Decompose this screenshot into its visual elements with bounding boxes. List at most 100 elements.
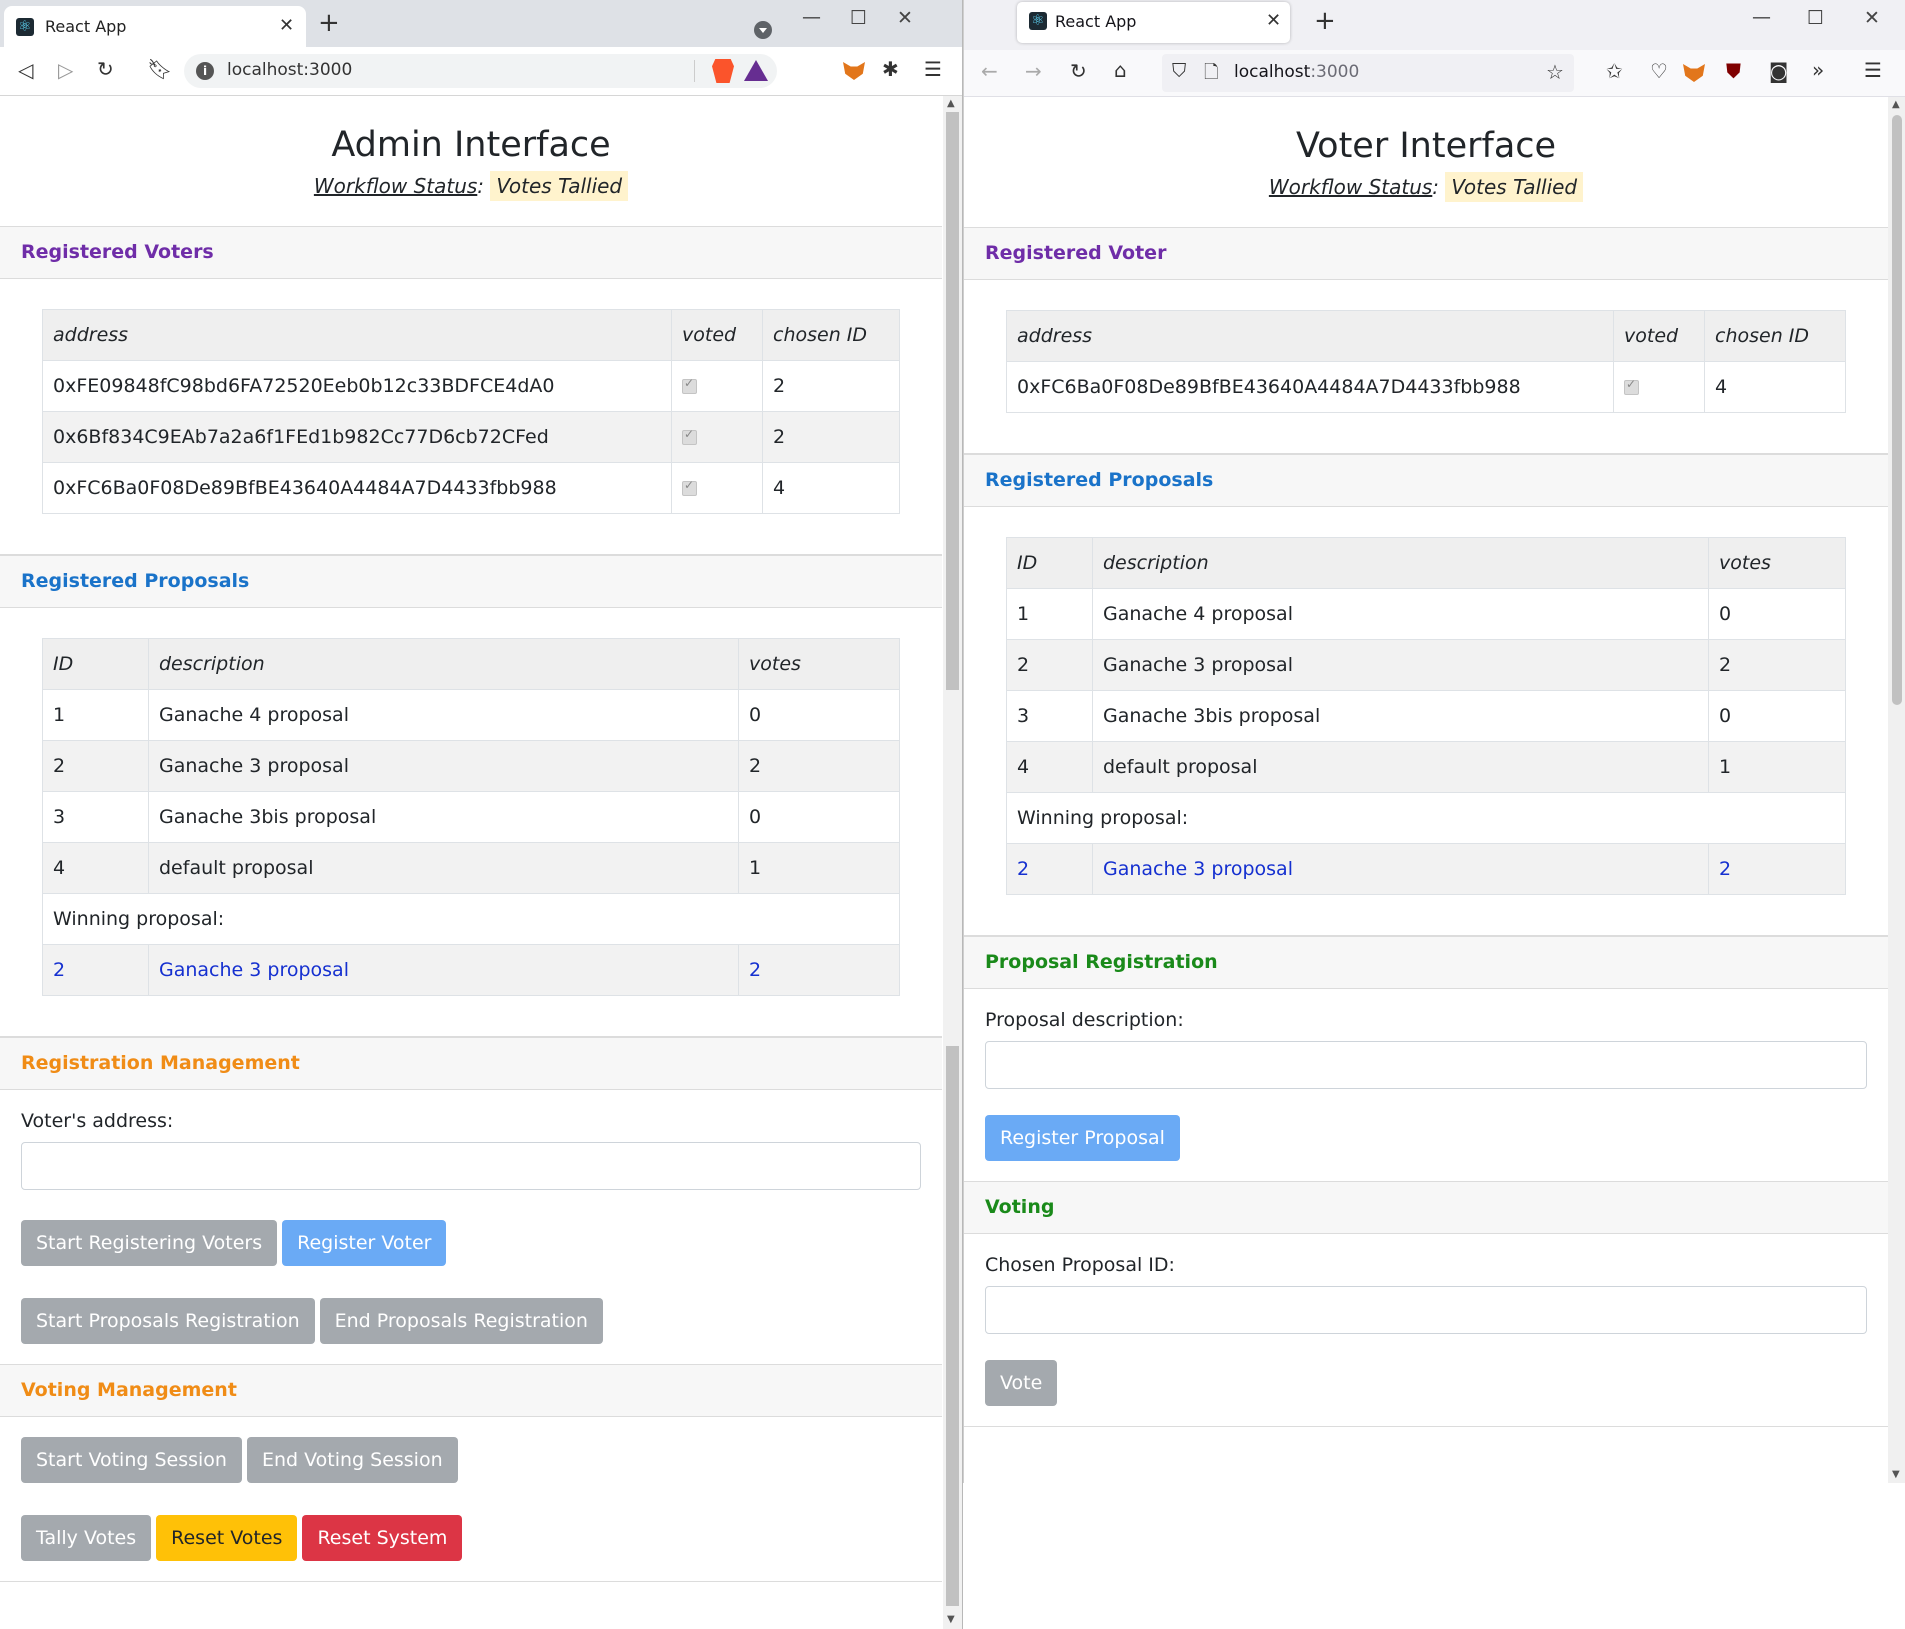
page-scrollbar[interactable]: ▲ ▼ [1888, 97, 1905, 1483]
winning-id: 2 [42, 944, 149, 996]
back-icon[interactable]: ◁ [18, 58, 33, 82]
tracking-shield-icon[interactable]: ⛉ [1172, 60, 1186, 82]
tab-title: React App [1055, 12, 1137, 31]
chosen-proposal-id-input[interactable] [985, 1286, 1867, 1334]
tab-react-app[interactable]: React App ✕ [1017, 2, 1290, 43]
col-id: ID [42, 638, 149, 690]
registered-voters-card: Registered Voters address voted chosen I… [0, 226, 942, 555]
close-window-icon[interactable]: ✕ [897, 7, 913, 29]
proposal-description: default proposal [1092, 741, 1709, 793]
star-icon[interactable]: ☆ [1546, 60, 1564, 84]
proposal-id: 1 [1006, 588, 1093, 640]
proposal-buttons: Register Proposal [964, 1115, 1888, 1161]
address-bar[interactable]: i localhost:3000 [184, 54, 777, 88]
forward-icon[interactable]: ▷ [58, 58, 73, 82]
proposal-description: Ganache 4 proposal [1092, 588, 1709, 640]
scrollbar-thumb[interactable] [1892, 115, 1902, 705]
proposal-description-input[interactable] [985, 1041, 1867, 1089]
proposal-description: Ganache 3bis proposal [148, 791, 739, 843]
scroll-down-icon[interactable]: ▼ [1892, 1469, 1900, 1480]
register-proposal-button[interactable]: Register Proposal [985, 1115, 1180, 1161]
tally-votes-button[interactable]: Tally Votes [21, 1515, 152, 1561]
page-scrollbar[interactable]: ▲ ▼ [943, 96, 962, 1629]
tab-close-icon[interactable]: ✕ [1266, 10, 1281, 31]
address-bar[interactable]: ⛉ 🗋 localhost:3000 ☆ [1162, 54, 1574, 92]
voting-card: Voting Chosen Proposal ID: Vote [964, 1182, 1888, 1427]
winning-votes: 2 [1708, 843, 1846, 895]
extension-icon[interactable]: ◙ [1769, 59, 1788, 83]
toolbar: ◁ ▷ ↻ 🔖︎ i localhost:3000 ✱ ☰ [0, 47, 962, 96]
proposal-votes: 2 [1708, 639, 1846, 691]
tab-close-icon[interactable]: ✕ [279, 15, 294, 36]
bookmark-icon[interactable]: 🔖︎ [147, 57, 172, 81]
pocket-icon[interactable]: ♡ [1650, 59, 1668, 83]
brave-rewards-icon[interactable] [744, 60, 768, 81]
maximize-icon[interactable]: ☐ [850, 7, 867, 29]
minimize-icon[interactable]: — [802, 6, 821, 28]
page-header: Voter Interface Workflow Status: Votes T… [964, 97, 1888, 227]
new-tab-icon[interactable]: + [318, 8, 340, 38]
chosen-proposal-id-label: Chosen Proposal ID: [985, 1254, 1175, 1276]
new-tab-icon[interactable]: + [1314, 6, 1336, 36]
workflow-status-badge: Votes Tallied [490, 171, 629, 201]
reset-votes-button[interactable]: Reset Votes [156, 1515, 298, 1561]
reading-list-icon[interactable]: ✩ [1606, 59, 1623, 83]
tab-search-icon[interactable] [754, 21, 772, 39]
minimize-icon[interactable]: — [1752, 6, 1771, 28]
page-icon: 🗋 [1204, 62, 1219, 83]
voter-address: 0xFC6Ba0F08De89BfBE43640A4484A7D4433fbb9… [42, 462, 672, 514]
overflow-icon[interactable]: » [1812, 58, 1824, 82]
table-row: 0xFC6Ba0F08De89BfBE43640A4484A7D4433fbb9… [1006, 361, 1846, 413]
tab-react-app[interactable]: React App ✕ [4, 6, 306, 47]
maximize-icon[interactable]: ☐ [1807, 7, 1824, 29]
forward-icon[interactable]: → [1025, 59, 1042, 83]
info-icon[interactable]: i [196, 62, 214, 80]
proposal-votes: 1 [738, 842, 900, 894]
table-row: 4 default proposal 1 [1006, 741, 1846, 793]
back-icon[interactable]: ← [981, 59, 998, 83]
start-proposals-registration-button[interactable]: Start Proposals Registration [21, 1298, 315, 1344]
registered-proposals-card: Registered Proposals ID description vote… [0, 555, 942, 1037]
menu-icon[interactable]: ☰ [924, 57, 942, 81]
table-row: 2 Ganache 3 proposal 2 [42, 740, 900, 792]
workflow-colon: : [477, 174, 485, 198]
col-votes: votes [738, 638, 900, 690]
ublock-icon[interactable]: ⛊ [1726, 59, 1741, 83]
registered-voters-header: Registered Voters [0, 227, 942, 279]
voter-address-input[interactable] [21, 1142, 921, 1190]
register-voter-button[interactable]: Register Voter [282, 1220, 447, 1266]
scroll-down-icon[interactable]: ▼ [947, 1614, 955, 1625]
reload-icon[interactable]: ↻ [97, 57, 114, 81]
workflow-colon: : [1432, 175, 1440, 199]
metamask-icon[interactable] [843, 62, 865, 80]
home-icon[interactable]: ⌂ [1114, 58, 1127, 82]
end-proposals-registration-button[interactable]: End Proposals Registration [319, 1298, 603, 1344]
proposal-id: 1 [42, 689, 149, 741]
brave-shield-icon[interactable] [712, 59, 734, 83]
extensions-icon[interactable]: ✱ [882, 57, 899, 81]
registration-buttons-row2: Start Proposals Registration End Proposa… [0, 1298, 942, 1344]
workflow-status-badge: Votes Tallied [1445, 172, 1584, 202]
scroll-up-icon[interactable]: ▲ [947, 98, 955, 109]
start-voting-session-button[interactable]: Start Voting Session [21, 1437, 242, 1483]
scrollbar-thumb-lower[interactable] [946, 1046, 959, 1606]
table-row: 1 Ganache 4 proposal 0 [42, 689, 900, 741]
url-host: localhost [1234, 62, 1311, 82]
end-voting-session-button[interactable]: End Voting Session [246, 1437, 458, 1483]
table-row: 0x6Bf834C9EAb7a2a6f1FEd1b982Cc77D6cb72CF… [42, 411, 900, 463]
menu-icon[interactable]: ☰ [1864, 58, 1882, 82]
proposal-description: Ganache 3 proposal [148, 740, 739, 792]
close-window-icon[interactable]: ✕ [1864, 7, 1880, 29]
proposal-votes: 0 [1708, 690, 1846, 742]
reload-icon[interactable]: ↻ [1070, 59, 1087, 83]
metamask-icon[interactable] [1683, 64, 1705, 82]
start-registering-voters-button[interactable]: Start Registering Voters [21, 1220, 278, 1266]
registered-proposals-card: Registered Proposals ID description vote… [964, 454, 1888, 936]
proposal-votes: 0 [738, 791, 900, 843]
scrollbar-thumb[interactable] [946, 112, 959, 690]
reset-system-button[interactable]: Reset System [302, 1515, 463, 1561]
scroll-up-icon[interactable]: ▲ [1892, 99, 1900, 110]
vote-button[interactable]: Vote [985, 1360, 1058, 1406]
proposal-votes: 0 [738, 689, 900, 741]
winning-label: Winning proposal: [1006, 792, 1846, 844]
